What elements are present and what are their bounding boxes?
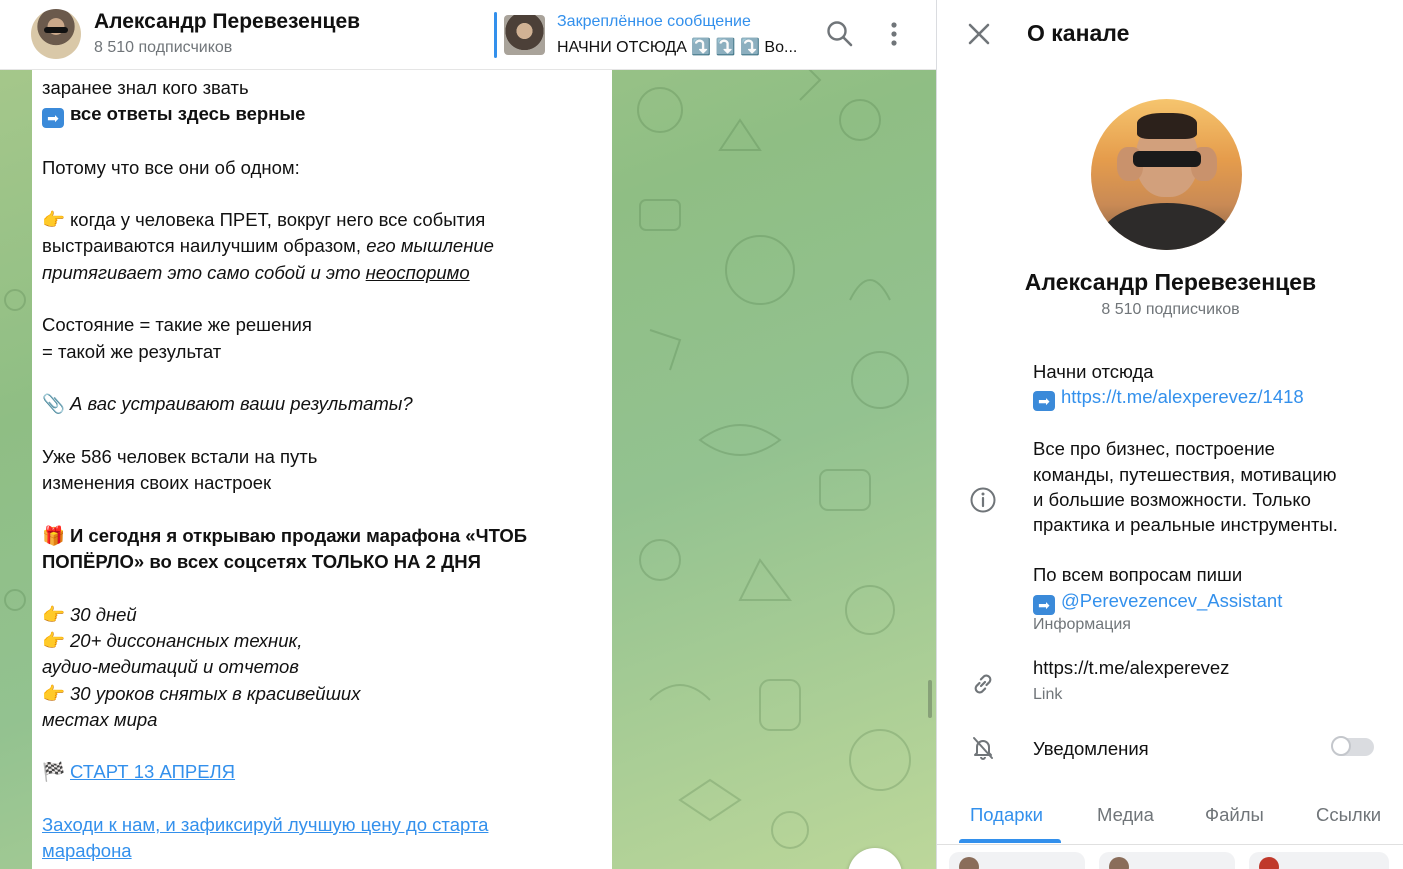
message-text: заранее знал кого звать ➡ все ответы здес… (42, 75, 562, 865)
search-icon (827, 21, 853, 47)
gift-emoji: 🎁 (42, 524, 66, 546)
pinned-bar (494, 12, 497, 58)
message-line: 👉 когда у человека ПРЕТ, вокруг него все … (42, 207, 562, 233)
cta-link[interactable]: Заходи к нам, и зафиксируй лучшую цену д… (42, 814, 488, 835)
pointing-hand-emoji: 👉 (42, 209, 66, 231)
message-line: ➡ все ответы здесь верные (42, 101, 562, 129)
message-line: аудио-медитаций и отчетов (42, 656, 299, 678)
message-line: изменения своих настроек (42, 472, 272, 494)
search-button[interactable] (824, 18, 856, 50)
pointing-hand-emoji: 👉 (42, 603, 66, 625)
profile-subscribers: 8 510 подписчиков (1101, 301, 1240, 318)
media-tabs: Подарки Медиа Файлы Ссылки (937, 800, 1403, 845)
cta-link-cont[interactable]: марафона (42, 840, 132, 861)
checkered-flag-emoji: 🏁 (42, 761, 66, 783)
message-line: Заходи к нам, и зафиксируй лучшую цену д… (42, 812, 562, 838)
tab-files[interactable]: Файлы (1205, 804, 1264, 826)
arrow-right-emoji: ➡ (1033, 594, 1055, 615)
about-line: ➡ https://t.me/alexperevez/1418 (1033, 384, 1383, 412)
channel-description[interactable]: Начни отсюда ➡ https://t.me/alexperevez/1… (1033, 359, 1383, 615)
subscriber-count: 8 510 подписчиков (94, 39, 233, 56)
panel-title: О канале (1027, 20, 1130, 46)
pointing-hand-emoji: 👉 (42, 682, 66, 704)
message-line: = такой же результат (42, 340, 222, 362)
channel-link[interactable]: https://t.me/alexperevez (1033, 657, 1229, 679)
about-line: По всем вопросам пиши (1033, 564, 1243, 586)
pinned-thumbnail (504, 15, 545, 55)
message-line: выстраиваются наилучшим образом, его мыш… (42, 235, 494, 257)
tab-gifts[interactable]: Подарки (970, 804, 1043, 826)
pinned-text: НАЧНИ ОТСЮДА ⤵️ ⤵️ ⤵️ Во... (557, 39, 798, 56)
message-line: 👉 30 дней (42, 602, 562, 628)
tab-media[interactable]: Медиа (1097, 804, 1154, 826)
gift-card[interactable] (1249, 852, 1389, 869)
arrow-right-emoji: ➡ (1033, 391, 1055, 412)
notifications-toggle[interactable] (1331, 736, 1374, 756)
active-tab-indicator (959, 839, 1061, 843)
profile-avatar[interactable] (1091, 99, 1242, 250)
about-line: Начни отсюда (1033, 361, 1154, 382)
message-line: заранее знал кого звать (42, 77, 249, 98)
message-bubble: заранее знал кого звать ➡ все ответы здес… (32, 69, 612, 869)
message-line: местах мира (42, 708, 158, 730)
close-icon (968, 23, 990, 45)
pointing-hand-emoji: 👉 (42, 629, 66, 651)
message-line: Уже 586 человек встали на путь (42, 445, 318, 467)
message-line: марафона (42, 838, 562, 864)
chat-header: Александр Перевезенцев 8 510 подписчиков… (0, 0, 936, 70)
message-line: Потому что все они об одном: (42, 156, 300, 178)
chat-area: Александр Перевезенцев 8 510 подписчиков… (0, 0, 936, 869)
more-icon (891, 22, 897, 46)
channel-title[interactable]: Александр Перевезенцев (94, 10, 360, 34)
start-date-link[interactable]: СТАРТ 13 АПРЕЛЯ (70, 761, 235, 782)
about-line: команды, путешествия, мотивацию (1033, 463, 1337, 485)
about-caption: Информация (1033, 616, 1131, 633)
tab-links[interactable]: Ссылки (1316, 804, 1381, 826)
channel-avatar[interactable] (31, 9, 81, 59)
about-line: ➡ @Perevezencev_Assistant (1033, 588, 1383, 615)
about-line: Все про бизнес, построение (1033, 438, 1275, 460)
scrollbar-thumb[interactable] (928, 680, 932, 718)
arrow-right-emoji: ➡ (42, 108, 64, 129)
about-link[interactable]: https://t.me/alexperevez/1418 (1061, 386, 1304, 407)
pinned-message[interactable]: Закреплённое сообщение НАЧНИ ОТСЮДА ⤵️ ⤵… (494, 12, 814, 58)
message-line: ПОПЁРЛО» во всех соцсетях ТОЛЬКО НА 2 ДН… (42, 551, 481, 573)
close-button[interactable] (963, 18, 995, 50)
profile-name: Александр Перевезенцев (1024, 269, 1317, 295)
about-line: практика и реальные инструменты. (1033, 514, 1338, 535)
message-line: 👉 20+ диссонансных техник, (42, 628, 562, 654)
message-line: притягивает это само собой и это неоспор… (42, 261, 470, 283)
message-line: 👉 30 уроков снятых в красивейших (42, 681, 562, 707)
gift-card[interactable] (1099, 852, 1235, 869)
more-button[interactable] (878, 18, 910, 50)
message-line: 📎 А вас устраивают ваши результаты? (42, 391, 562, 417)
paperclip-emoji: 📎 (42, 393, 66, 415)
about-line: и большие возможности. Только (1033, 488, 1311, 510)
link-icon (974, 674, 992, 694)
link-caption: Link (1033, 686, 1063, 703)
message-line: Состояние = такие же решения (42, 314, 312, 336)
notifications-label: Уведомления (1033, 738, 1149, 759)
message-line: 🏁 СТАРТ 13 АПРЕЛЯ (42, 759, 562, 785)
channel-info-panel: О канале Александр Перевезенцев 8 510 по… (936, 0, 1403, 869)
gift-card[interactable] (949, 852, 1085, 869)
assistant-handle-link[interactable]: @Perevezencev_Assistant (1061, 590, 1282, 611)
info-icon (970, 487, 996, 513)
message-line: 🎁 И сегодня я открываю продажи марафона «… (42, 523, 562, 549)
toggle-knob (1331, 736, 1351, 756)
bell-off-icon (973, 737, 993, 760)
pinned-title: Закреплённое сообщение (557, 13, 751, 30)
